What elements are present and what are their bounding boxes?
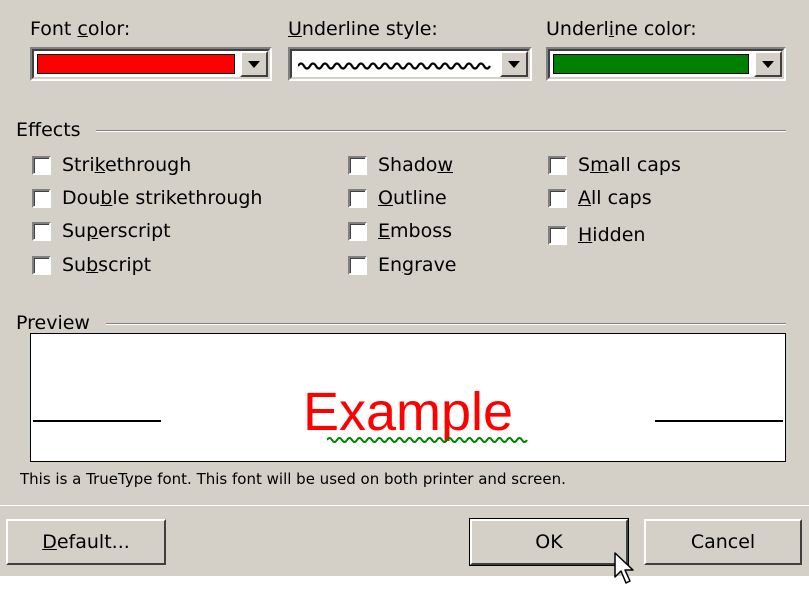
chevron-down-icon [508,61,520,68]
checkbox-box[interactable] [31,254,52,276]
font-color-dropdown[interactable] [30,47,272,81]
double-strikethrough-checkbox[interactable]: Double strikethrough [31,187,262,209]
font-color-swatch [37,54,235,74]
strikethrough-checkbox[interactable]: Strikethrough [31,154,191,176]
effects-separator [96,130,786,132]
underline-color-dropdown[interactable] [546,47,786,81]
checkbox-box[interactable] [31,154,52,176]
font-color-label: Font color: [30,18,131,40]
checkbox-box[interactable] [31,187,52,209]
chevron-down-icon [248,61,260,68]
checkbox-box[interactable] [31,220,52,242]
checkbox-box[interactable] [547,224,568,246]
cancel-button[interactable]: Cancel [644,519,802,565]
preview-sample-text: Example [302,382,514,442]
effects-group-title: Effects [16,119,81,141]
preview-separator [106,323,786,325]
mouse-cursor-icon [614,552,634,584]
checkbox-box[interactable] [347,154,368,176]
font-color-dropdown-button[interactable] [240,51,268,77]
checkbox-box[interactable] [547,154,568,176]
font-dialog-panel: Font color: Underline style: Underline c… [0,0,809,505]
underline-style-label: Underline style: [288,18,438,40]
checkbox-box[interactable] [547,187,568,209]
checkbox-box[interactable] [347,220,368,242]
default-button[interactable]: Default... [6,519,166,565]
outline-checkbox[interactable]: Outline [347,187,447,209]
engrave-checkbox[interactable]: Engrave [347,254,457,276]
hidden-checkbox[interactable]: Hidden [547,224,645,246]
font-info-text: This is a TrueType font. This font will … [20,470,566,488]
superscript-checkbox[interactable]: Superscript [31,220,171,242]
checkbox-box[interactable] [347,254,368,276]
underline-style-dropdown-button[interactable] [500,51,528,77]
shadow-checkbox[interactable]: Shadow [347,154,453,176]
button-bar: Default... OK Cancel [0,505,809,589]
emboss-checkbox[interactable]: Emboss [347,220,452,242]
underline-color-label: Underline color: [546,18,697,40]
ok-button[interactable]: OK [469,518,629,566]
preview-group-title: Preview [16,312,90,334]
preview-wavy-underline [327,437,528,443]
chevron-down-icon [762,61,774,68]
preview-box: Example [30,333,786,462]
all-caps-checkbox[interactable]: All caps [547,187,652,209]
checkbox-box[interactable] [347,187,368,209]
subscript-checkbox[interactable]: Subscript [31,254,151,276]
underline-color-dropdown-button[interactable] [754,51,782,77]
small-caps-checkbox[interactable]: Small caps [547,154,681,176]
underline-style-dropdown[interactable] [288,47,532,81]
underline-color-swatch [553,54,749,74]
wavy-line-icon [298,62,491,70]
